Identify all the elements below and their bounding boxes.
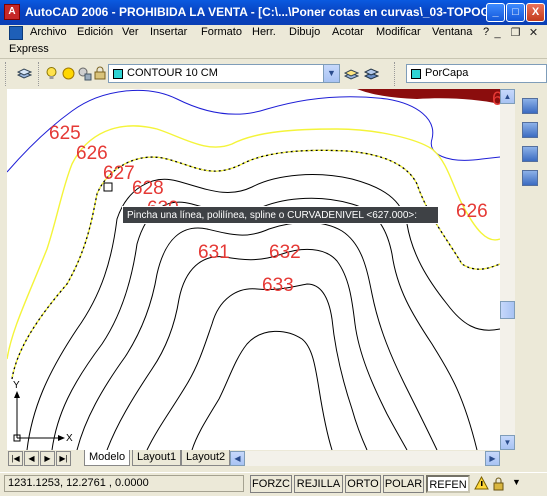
menu-formato[interactable]: Formato — [201, 26, 242, 38]
contour-line — [146, 283, 368, 450]
selection-grip[interactable] — [103, 182, 113, 192]
window-title: AutoCAD 2006 - PROHIBIDA LA VENTA - [C:\… — [25, 5, 490, 19]
horizontal-scrollbar[interactable]: ◀ ▶ — [230, 451, 500, 466]
menu-ayuda[interactable]: ? — [483, 26, 489, 38]
status-menu-chevron-icon[interactable]: ▼ — [512, 477, 521, 487]
menu-ver[interactable]: Ver — [122, 26, 139, 38]
menu-modificar[interactable]: Modificar — [376, 26, 421, 38]
menu-express[interactable]: Express — [9, 43, 49, 55]
menu-ventana[interactable]: Ventana — [432, 26, 472, 38]
menu-archivo[interactable]: Archivo — [30, 26, 67, 38]
tab-layout2[interactable]: Layout2 — [181, 450, 231, 466]
contour-drawing: 625 626 627 628 630 631 632 633 626 6 Y … — [7, 89, 500, 450]
toolbar-grip[interactable] — [394, 62, 398, 86]
ucs-x-label: X — [66, 433, 73, 444]
ucs-y-arrow — [14, 391, 20, 398]
contour-label-632: 632 — [269, 242, 301, 263]
prev-tab-button[interactable]: ◀ — [24, 451, 39, 466]
color-swatch — [411, 69, 421, 79]
lock-icon[interactable] — [491, 476, 506, 491]
ucs-x-arrow — [58, 435, 65, 441]
layers-toolbar: CONTOUR 10 CM ▼ PorCapa — [0, 59, 547, 89]
mdi-restore-button[interactable]: ❐ — [509, 27, 522, 39]
contour-label-626-right: 626 — [456, 201, 488, 222]
document-icon[interactable] — [9, 26, 23, 40]
layer-previous-icon[interactable] — [364, 66, 379, 81]
menu-insertar[interactable]: Insertar — [150, 26, 187, 38]
contour-line — [51, 197, 478, 450]
contour-line — [106, 248, 408, 450]
mirror-icon[interactable] — [522, 122, 538, 138]
scroll-right-button[interactable]: ▶ — [485, 451, 500, 466]
current-layer-label: CONTOUR 10 CM — [127, 67, 218, 79]
chevron-down-icon[interactable]: ▼ — [323, 65, 339, 82]
menu-bar: Archivo Edición Ver Insertar Formato Her… — [0, 25, 547, 41]
express-menu-bar: Express — [0, 41, 547, 59]
coordinate-readout[interactable]: 1231.1253, 12.2761 , 0.0000 — [4, 475, 244, 492]
mdi-minimize-button[interactable]: _ — [491, 27, 504, 39]
array-icon[interactable] — [522, 170, 538, 186]
copy-object-icon[interactable] — [522, 98, 538, 114]
menu-edicion[interactable]: Edición — [77, 26, 113, 38]
autocad-app-icon[interactable]: A — [4, 4, 20, 20]
lightbulb-icon[interactable] — [44, 66, 59, 81]
close-button[interactable]: X — [526, 3, 545, 22]
color-dropdown[interactable]: PorCapa — [406, 64, 547, 83]
layer-dropdown[interactable]: CONTOUR 10 CM ▼ — [108, 64, 340, 83]
make-layer-current-icon[interactable] — [344, 66, 359, 81]
ortho-button[interactable]: ORTO — [345, 475, 381, 493]
title-bar: A AutoCAD 2006 - PROHIBIDA LA VENTA - [C… — [0, 0, 547, 25]
layer-color-swatch — [113, 69, 123, 79]
lock-icon[interactable] — [93, 66, 108, 81]
scroll-left-button[interactable]: ◀ — [230, 451, 245, 466]
status-bar: 1231.1253, 12.2761 , 0.0000 FORZC REJILL… — [0, 472, 547, 496]
menu-acotar[interactable]: Acotar — [332, 26, 364, 38]
contour-line — [191, 330, 333, 450]
grid-button[interactable]: REJILLA — [294, 475, 343, 493]
contour-label-627: 627 — [103, 163, 135, 184]
viewport-freeze-icon[interactable] — [77, 66, 92, 81]
last-tab-button[interactable]: ▶| — [56, 451, 71, 466]
contour-label-628: 628 — [132, 178, 164, 199]
toolbar-grip[interactable] — [5, 62, 9, 86]
command-prompt-tooltip: Pincha una línea, polilínea, spline o CU… — [122, 206, 439, 224]
osnap-button[interactable]: REFEN — [426, 475, 470, 493]
offset-icon[interactable] — [522, 146, 538, 162]
vertical-scroll-thumb[interactable] — [500, 301, 515, 319]
contour-label-626: 626 — [76, 143, 108, 164]
scroll-down-button[interactable]: ▼ — [500, 435, 515, 450]
first-tab-button[interactable]: |◀ — [8, 451, 23, 466]
scroll-up-button[interactable]: ▲ — [500, 89, 515, 104]
contour-label-partial: 6 — [492, 89, 500, 110]
contour-label-631: 631 — [198, 242, 230, 263]
snap-button[interactable]: FORZC — [250, 475, 292, 493]
tab-layout1[interactable]: Layout1 — [132, 450, 182, 466]
communication-center-icon[interactable] — [474, 476, 489, 491]
maximize-button[interactable]: □ — [506, 3, 525, 22]
menu-dibujo[interactable]: Dibujo — [289, 26, 320, 38]
filled-area — [357, 89, 500, 104]
contour-label-633: 633 — [262, 275, 294, 296]
drawing-canvas[interactable]: 625 626 627 628 630 631 632 633 626 6 Y … — [7, 89, 500, 450]
toolbar-grip[interactable] — [38, 62, 42, 86]
ucs-y-label: Y — [13, 380, 20, 391]
layer-manager-icon[interactable] — [17, 66, 32, 81]
tab-modelo[interactable]: Modelo — [84, 450, 131, 466]
polar-button[interactable]: POLAR — [383, 475, 424, 493]
minimize-button[interactable]: _ — [486, 3, 505, 22]
sun-freeze-icon[interactable] — [61, 66, 76, 81]
mdi-close-button[interactable]: ✕ — [527, 27, 540, 39]
contour-label-625: 625 — [49, 123, 81, 144]
next-tab-button[interactable]: ▶ — [40, 451, 55, 466]
color-value: PorCapa — [425, 67, 469, 79]
menu-herr[interactable]: Herr. — [252, 26, 276, 38]
vertical-scrollbar[interactable]: ▲ ▼ — [500, 89, 515, 450]
right-toolbar — [515, 89, 547, 495]
